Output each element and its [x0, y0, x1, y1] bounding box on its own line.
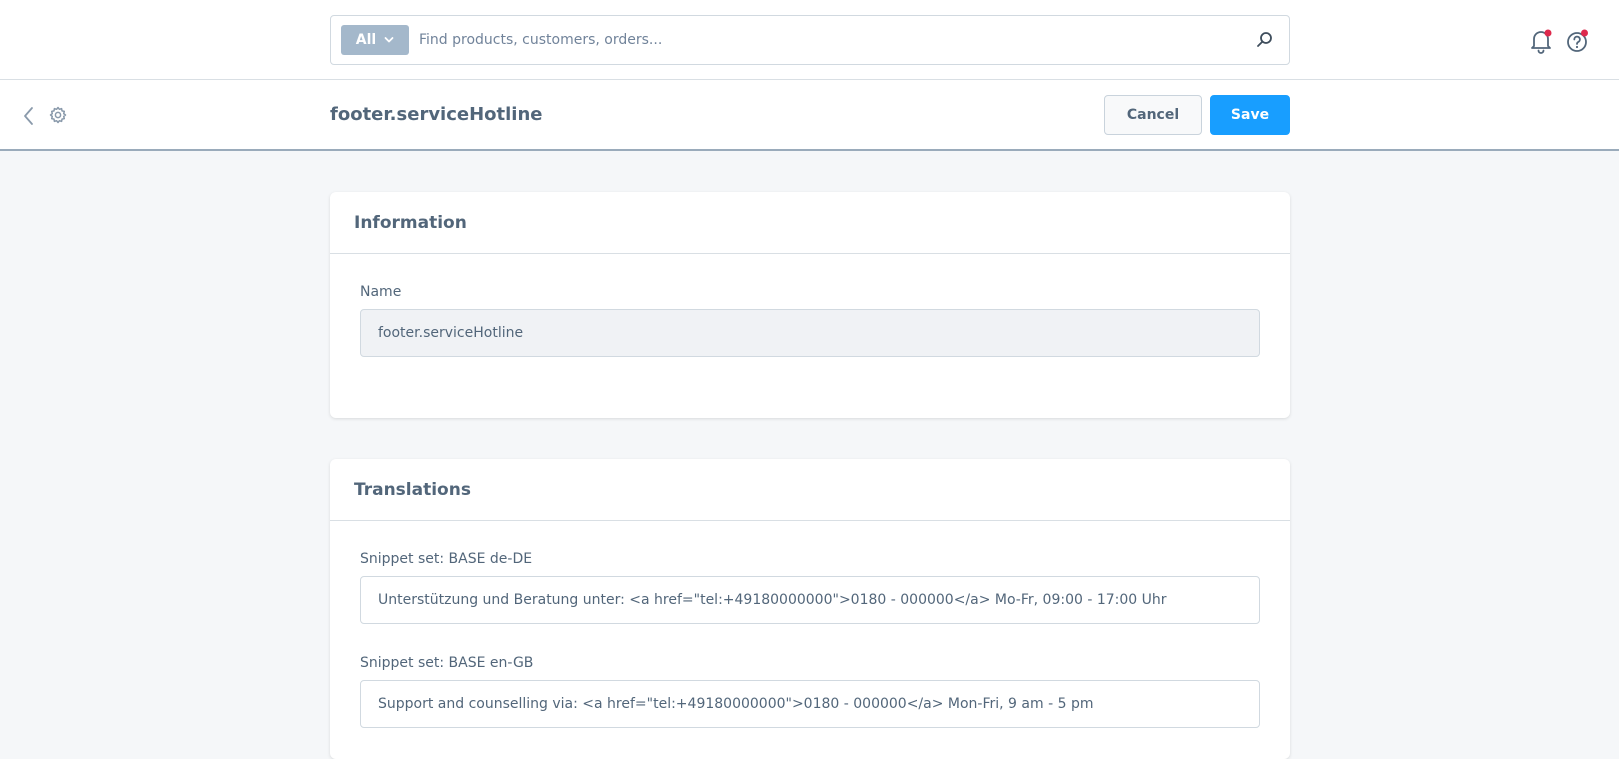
search-type-selector[interactable]: All — [341, 25, 409, 55]
name-field — [360, 309, 1260, 357]
top-bar: All — [0, 0, 1619, 80]
translations-card: Translations Snippet set: BASE de-DE Sni… — [330, 459, 1290, 759]
snippet-set-de-label: Snippet set: BASE de-DE — [360, 551, 533, 567]
save-button[interactable]: Save — [1210, 95, 1290, 135]
chevron-down-icon — [384, 37, 394, 43]
information-card-header: Information — [330, 192, 1290, 254]
information-card-title: Information — [354, 212, 467, 233]
gear-icon[interactable] — [48, 105, 68, 125]
page-title: footer.serviceHotline — [330, 104, 543, 125]
snippet-set-en-field[interactable] — [360, 680, 1260, 728]
search-input[interactable] — [419, 25, 1239, 55]
smart-bar — [0, 80, 1619, 151]
search-icon[interactable] — [1255, 30, 1275, 50]
snippet-set-de-field[interactable] — [360, 576, 1260, 624]
cancel-button[interactable]: Cancel — [1104, 95, 1202, 135]
chevron-left-icon[interactable] — [20, 104, 38, 128]
information-card: Information Name — [330, 192, 1290, 418]
global-search: All — [330, 15, 1290, 65]
translations-card-header: Translations — [330, 459, 1290, 521]
name-label: Name — [360, 284, 402, 300]
translations-card-title: Translations — [354, 479, 471, 500]
help-icon[interactable] — [1564, 28, 1590, 54]
bell-icon[interactable] — [1528, 28, 1554, 54]
snippet-set-en-label: Snippet set: BASE en-GB — [360, 655, 534, 671]
search-type-label: All — [355, 32, 377, 48]
